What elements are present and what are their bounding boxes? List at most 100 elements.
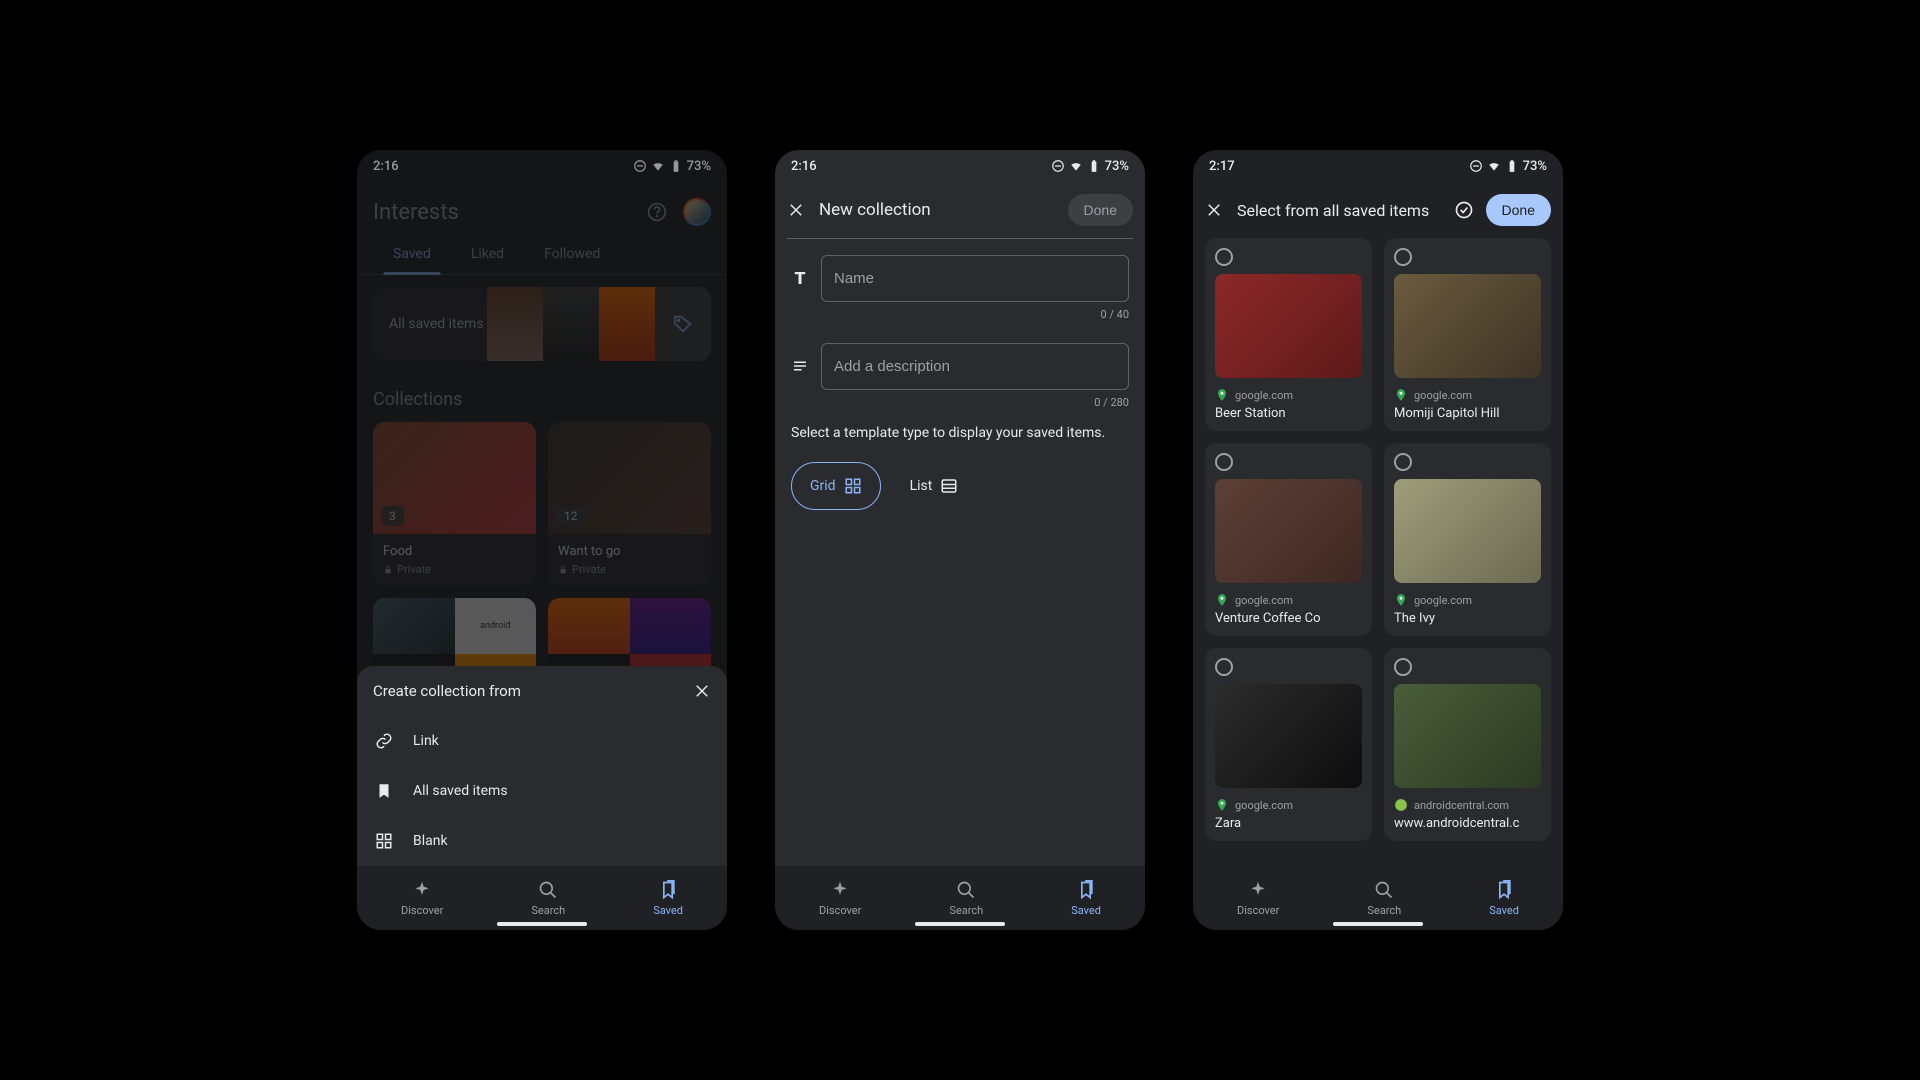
template-grid-button[interactable]: Grid <box>791 462 881 510</box>
nav-bar: Discover Search Saved <box>357 866 727 930</box>
item-checkbox[interactable] <box>1215 248 1233 266</box>
item-checkbox[interactable] <box>1394 248 1412 266</box>
section-collections: Collections <box>373 389 711 410</box>
gesture-bar[interactable] <box>915 922 1005 926</box>
item-name: Zara <box>1215 816 1362 831</box>
privacy-label: Private <box>572 563 606 576</box>
name-input[interactable] <box>821 255 1129 302</box>
done-button[interactable]: Done <box>1068 194 1133 226</box>
nav-label: Search <box>531 904 565 917</box>
page-body: google.com Beer Station google.com Momij… <box>1193 238 1563 930</box>
item-card-momiji[interactable]: google.com Momiji Capitol Hill <box>1384 238 1551 431</box>
source-label: google.com <box>1235 389 1293 402</box>
tab-followed[interactable]: Followed <box>524 234 620 274</box>
nav-discover[interactable]: Discover <box>401 880 443 917</box>
nav-saved[interactable]: Saved <box>1489 880 1519 917</box>
item-card-zara[interactable]: google.com Zara <box>1205 648 1372 841</box>
dnd-icon <box>1051 159 1065 173</box>
item-source: google.com <box>1215 593 1362 607</box>
nav-discover[interactable]: Discover <box>819 880 861 917</box>
item-name: Venture Coffee Co <box>1215 611 1362 626</box>
tab-saved[interactable]: Saved <box>373 234 451 274</box>
android-badge: android <box>455 598 537 654</box>
help-icon[interactable] <box>647 202 667 222</box>
battery-icon <box>1505 159 1519 173</box>
collection-name: Want to go <box>558 544 701 559</box>
item-card-beer[interactable]: google.com Beer Station <box>1205 238 1372 431</box>
nav-label: Search <box>1367 904 1401 917</box>
item-card-venture[interactable]: google.com Venture Coffee Co <box>1205 443 1372 636</box>
dnd-icon <box>633 159 647 173</box>
tab-liked[interactable]: Liked <box>451 234 524 274</box>
lock-icon <box>383 565 393 575</box>
item-image <box>1394 479 1541 583</box>
grid-icon <box>844 477 862 495</box>
bookmarks-icon <box>1076 880 1096 900</box>
source-label: google.com <box>1414 389 1472 402</box>
all-saved-card[interactable]: All saved items <box>373 287 711 361</box>
done-button[interactable]: Done <box>1486 194 1551 226</box>
item-image <box>1394 684 1541 788</box>
nav-saved[interactable]: Saved <box>1071 880 1101 917</box>
list-icon <box>940 477 958 495</box>
collection-name: Food <box>383 544 526 559</box>
bookmark-icon <box>375 782 393 800</box>
favicon-icon <box>1394 798 1408 812</box>
sheet-item-label: Blank <box>413 833 448 849</box>
item-card-ivy[interactable]: google.com The Ivy <box>1384 443 1551 636</box>
item-card-androidcentral[interactable]: androidcentral.com www.androidcentral.c <box>1384 648 1551 841</box>
item-checkbox[interactable] <box>1394 658 1412 676</box>
maps-pin-icon <box>1215 798 1229 812</box>
maps-pin-icon <box>1394 593 1408 607</box>
search-icon <box>538 880 558 900</box>
item-image <box>1215 684 1362 788</box>
battery-icon <box>1087 159 1101 173</box>
item-checkbox[interactable] <box>1215 453 1233 471</box>
nav-label: Discover <box>401 904 443 917</box>
tag-icon <box>672 313 694 335</box>
sparkle-icon <box>1248 880 1268 900</box>
source-label: google.com <box>1235 799 1293 812</box>
nav-bar: Discover Search Saved <box>775 866 1145 930</box>
text-icon <box>791 269 809 287</box>
link-icon <box>375 732 393 750</box>
status-bar: 2:16 73% <box>775 150 1145 182</box>
notes-icon <box>791 357 809 375</box>
maps-pin-icon <box>1215 388 1229 402</box>
collection-card-want[interactable]: 12 Want to go Private <box>548 422 711 586</box>
item-checkbox[interactable] <box>1215 658 1233 676</box>
page-header: Interests <box>357 182 727 234</box>
close-icon[interactable] <box>1205 201 1223 219</box>
nav-search[interactable]: Search <box>1367 880 1401 917</box>
template-row: Grid List <box>775 452 1145 520</box>
sheet-item-link[interactable]: Link <box>357 716 727 766</box>
battery-percent: 73% <box>687 159 711 174</box>
collection-privacy: Private <box>558 563 701 576</box>
close-icon[interactable] <box>693 682 711 700</box>
sheet-item-all-saved[interactable]: All saved items <box>357 766 727 816</box>
battery-percent: 73% <box>1523 159 1547 174</box>
item-checkbox[interactable] <box>1394 453 1412 471</box>
maps-pin-icon <box>1394 388 1408 402</box>
status-icons: 73% <box>1469 159 1547 174</box>
status-time: 2:16 <box>373 159 399 174</box>
collection-privacy: Private <box>383 563 526 576</box>
collection-card-food[interactable]: 3 Food Private <box>373 422 536 586</box>
status-time: 2:17 <box>1209 159 1235 174</box>
nav-search[interactable]: Search <box>949 880 983 917</box>
close-icon[interactable] <box>787 201 805 219</box>
sheet-item-blank[interactable]: Blank <box>357 816 727 866</box>
gesture-bar[interactable] <box>497 922 587 926</box>
template-label: List <box>910 478 933 494</box>
item-source: google.com <box>1215 388 1362 402</box>
nav-discover[interactable]: Discover <box>1237 880 1279 917</box>
maps-pin-icon <box>1215 593 1229 607</box>
description-input[interactable] <box>821 343 1129 390</box>
select-all-icon[interactable] <box>1454 200 1474 220</box>
avatar[interactable] <box>683 198 711 226</box>
privacy-label: Private <box>397 563 431 576</box>
nav-search[interactable]: Search <box>531 880 565 917</box>
template-list-button[interactable]: List <box>891 462 978 510</box>
nav-saved[interactable]: Saved <box>653 880 683 917</box>
gesture-bar[interactable] <box>1333 922 1423 926</box>
